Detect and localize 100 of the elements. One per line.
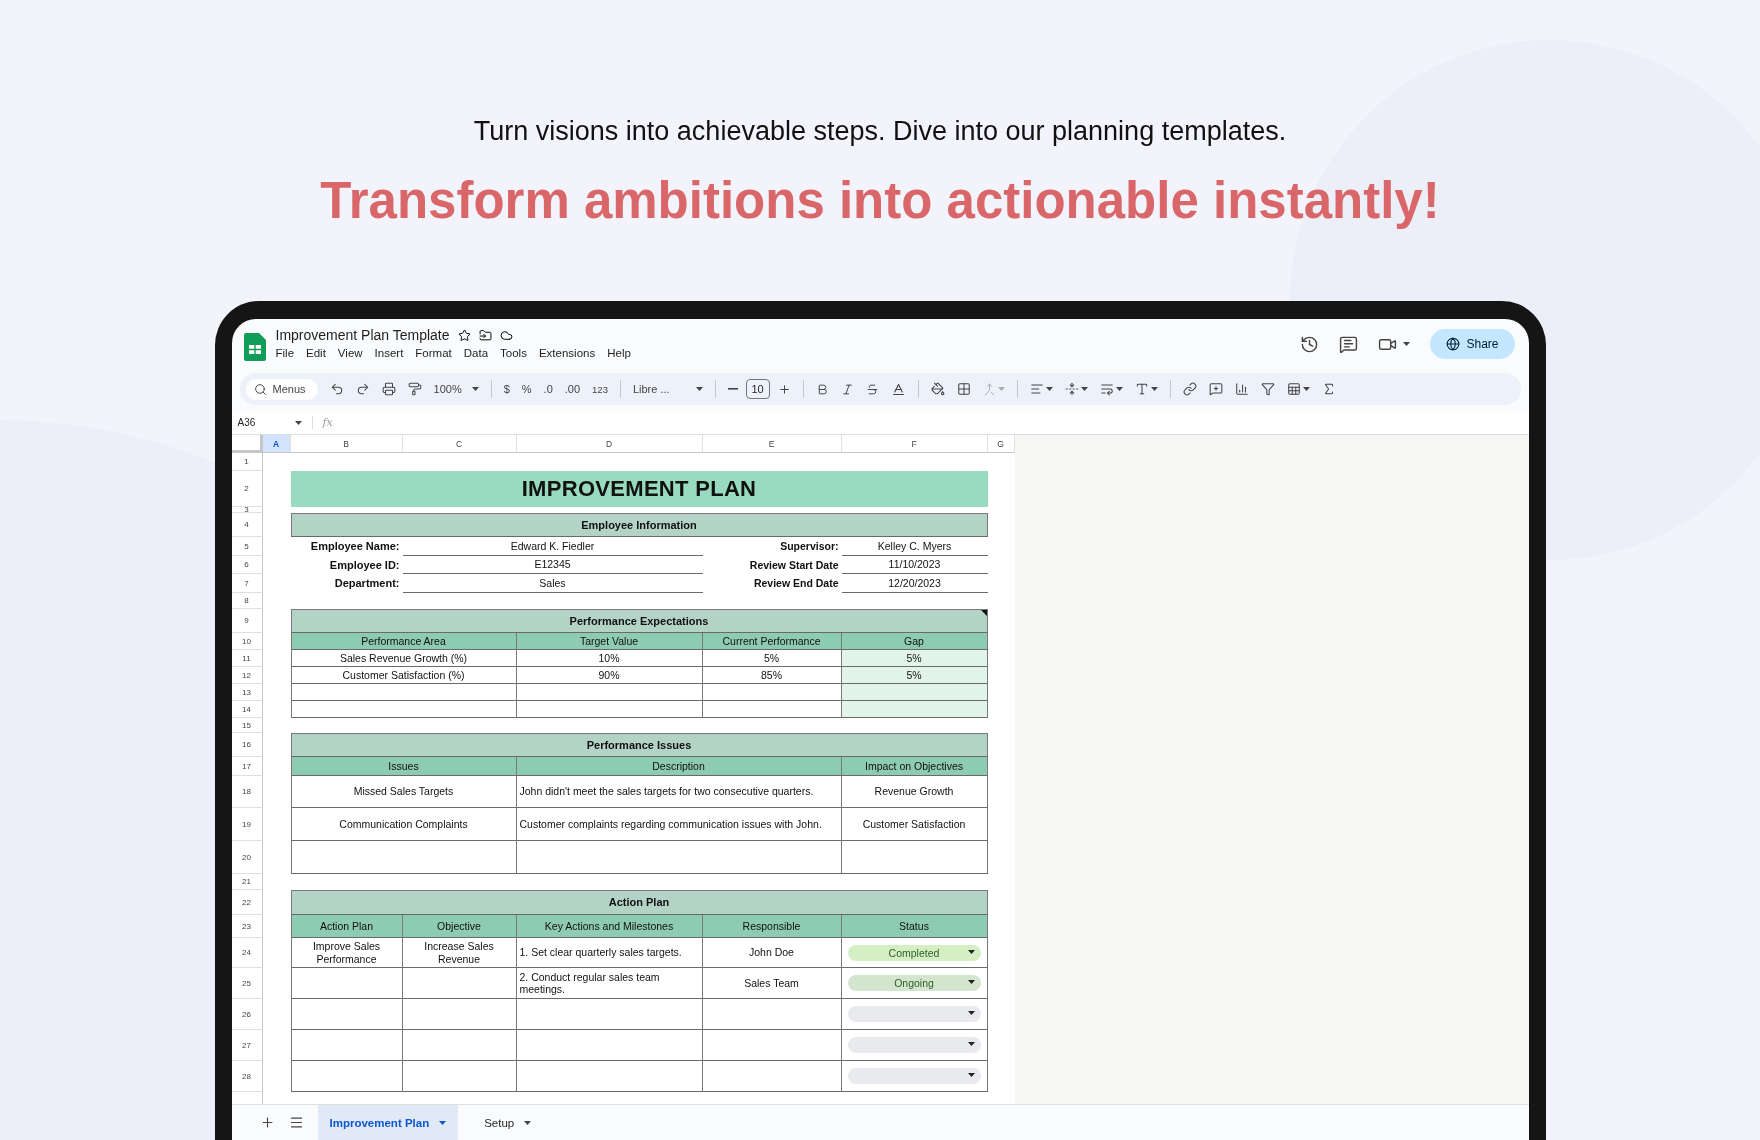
status-dropdown[interactable]: Completed	[847, 944, 981, 961]
filter-icon	[1260, 382, 1275, 396]
zoom-dropdown[interactable]: 100%	[429, 381, 483, 397]
column-header: Target Value	[516, 633, 703, 650]
currency-button[interactable]: $	[499, 381, 514, 397]
menu-item[interactable]: File	[275, 347, 295, 359]
comments-button[interactable]	[1339, 334, 1359, 354]
document-title[interactable]: Improvement Plan Template	[275, 327, 450, 343]
row-number[interactable]: 16	[231, 733, 263, 757]
row-number[interactable]: 24	[231, 938, 263, 968]
menu-item[interactable]: Insert	[374, 347, 404, 359]
borders-icon	[956, 382, 971, 396]
percent-button[interactable]: %	[517, 381, 536, 397]
row-number[interactable]: 26	[231, 999, 263, 1030]
section-heading: Performance Issues	[290, 733, 988, 757]
font-dropdown[interactable]: Libre ...	[628, 381, 707, 397]
column-header: Impact on Objectives	[841, 757, 988, 776]
strikethrough-icon	[865, 382, 879, 396]
row-number[interactable]: 6	[231, 556, 263, 574]
row-number[interactable]: 8	[231, 593, 263, 609]
row-number[interactable]: 11	[231, 650, 263, 667]
row-number[interactable]: 10	[231, 633, 263, 650]
row-number[interactable]: 5	[231, 537, 263, 556]
comment-add-icon	[1208, 382, 1223, 396]
field-label: Review End Date	[752, 576, 840, 592]
column-header-label[interactable]: C	[402, 435, 517, 453]
column-header: Performance Area	[290, 633, 517, 650]
menu-item[interactable]: Help	[607, 347, 631, 359]
row-number[interactable]: 2	[231, 471, 263, 507]
row-number[interactable]: 28	[231, 1061, 263, 1092]
row-number[interactable]: 19	[231, 808, 263, 841]
row-number[interactable]: 21	[231, 874, 263, 890]
plus-icon	[259, 1115, 275, 1130]
menu-item[interactable]: View	[337, 347, 363, 359]
cloud-icon	[499, 328, 513, 342]
row-number[interactable]: 12	[231, 667, 263, 684]
column-header: Action Plan	[290, 915, 403, 938]
row-number[interactable]: 1	[231, 453, 263, 471]
minus-icon	[727, 388, 738, 390]
comment-icon	[1339, 334, 1359, 354]
sheet-tab[interactable]: Setup	[472, 1105, 544, 1140]
globe-icon	[1446, 337, 1461, 351]
font-size-field[interactable]: 10	[745, 379, 770, 399]
row-number[interactable]: 20	[231, 841, 263, 874]
note-marker-icon	[980, 610, 987, 616]
name-box[interactable]: A36	[237, 417, 302, 428]
row-number[interactable]: 4	[231, 513, 263, 537]
field-label: Supervisor:	[779, 539, 840, 555]
caret-icon	[1403, 342, 1411, 346]
history-button[interactable]	[1300, 334, 1320, 354]
row-number[interactable]: 3	[231, 507, 263, 513]
share-button[interactable]: Share	[1430, 329, 1515, 359]
table-cell: Customer Satisfaction	[841, 808, 988, 841]
row-number[interactable]: 25	[231, 968, 263, 999]
folder-icon	[478, 328, 492, 342]
row-number[interactable]: 17	[231, 757, 263, 776]
column-header-label[interactable]: F	[841, 435, 988, 453]
column-header: Description	[516, 757, 842, 776]
search-icon	[253, 382, 267, 396]
row-number[interactable]: 18	[231, 776, 263, 808]
sheet-corner[interactable]	[231, 435, 263, 453]
column-header: Status	[841, 915, 988, 938]
column-header: Current Performance	[702, 633, 842, 650]
table-cell: 5%	[841, 650, 988, 667]
row-number[interactable]: 22	[231, 890, 263, 915]
sheet-tab[interactable]: Improvement Plan	[317, 1105, 459, 1140]
column-header-label[interactable]: E	[702, 435, 842, 453]
row-number[interactable]: 13	[231, 684, 263, 701]
menu-item[interactable]: Data	[463, 347, 489, 359]
menu-item[interactable]: Format	[415, 347, 452, 359]
table-cell: Sales Team	[702, 968, 842, 999]
row-number[interactable]: 23	[231, 915, 263, 938]
caret-icon	[524, 1120, 532, 1125]
function-label: fx	[311, 416, 333, 429]
decrease-decimal-button[interactable]: .0	[539, 381, 557, 397]
menu-item[interactable]: Extensions	[538, 347, 596, 359]
text-color-icon	[890, 381, 906, 397]
field-value: E12345	[402, 556, 703, 574]
menu-item[interactable]: Edit	[306, 347, 326, 359]
add-sheet-button[interactable]	[259, 1115, 275, 1130]
row-number[interactable]: 9	[231, 609, 263, 633]
table-cell: Revenue Growth	[841, 776, 988, 808]
column-header-label[interactable]: G	[987, 435, 1015, 453]
search-menus-field[interactable]: Menus	[245, 378, 318, 400]
row-number[interactable]: 27	[231, 1030, 263, 1061]
column-header-label[interactable]: A	[262, 435, 291, 453]
number-format-button[interactable]: 123	[588, 381, 612, 397]
history-icon	[1300, 334, 1320, 354]
table-cell: Sales Revenue Growth (%)	[290, 650, 517, 667]
menu-item[interactable]: Tools	[500, 347, 527, 359]
all-sheets-button[interactable]	[288, 1115, 304, 1130]
status-dropdown[interactable]: Ongoing	[847, 975, 981, 991]
row-number[interactable]: 14	[231, 701, 263, 718]
increase-decimal-button[interactable]: .00	[560, 381, 585, 397]
link-icon	[1182, 382, 1197, 396]
caret-icon	[1045, 387, 1053, 391]
column-header-label[interactable]: D	[516, 435, 703, 453]
column-header-label[interactable]: B	[290, 435, 403, 453]
row-number[interactable]: 15	[231, 718, 263, 733]
row-number[interactable]: 7	[231, 574, 263, 593]
